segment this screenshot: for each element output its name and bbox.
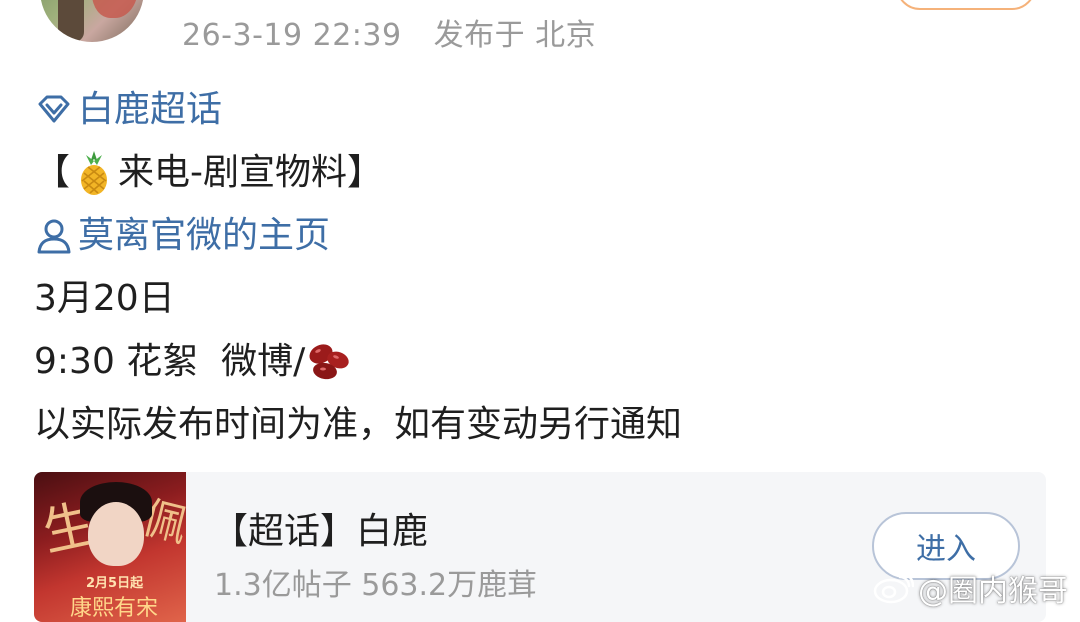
post-content: 白鹿超话 【 来电-剧宣物料】 莫离官微的主页 3月20日 9:30 花絮 微博… <box>34 78 1044 456</box>
date-text: 3月20日 <box>34 278 175 319</box>
post-location: 发布于 北京 <box>433 18 597 53</box>
poster-title-text: 康熙有宋 <box>70 596 159 621</box>
watermark-text: @圈内猴哥 <box>918 574 1068 609</box>
notice-text: 以实际发布时间为准，如有变动另行通知 <box>34 404 683 445</box>
title-bracket: 【 <box>34 152 71 193</box>
date-line: 3月20日 <box>34 267 1044 330</box>
poster-face-shape <box>88 502 144 566</box>
card-title: 【超话】白鹿 <box>212 511 429 552</box>
title-text: 来电-剧宣物料】 <box>118 152 384 193</box>
watermark: @圈内猴哥 <box>872 566 1068 610</box>
beans-emoji-icon <box>309 343 350 379</box>
weibo-eye-icon <box>873 572 914 604</box>
poster-date-text: 2月5日起 <box>86 576 144 591</box>
profile-link-label: 莫离官微的主页 <box>78 215 331 256</box>
avatar-tree-shape <box>58 0 84 42</box>
author-avatar[interactable] <box>40 0 144 42</box>
profile-link[interactable]: 莫离官微的主页 <box>34 204 1044 267</box>
notice-line: 以实际发布时间为准，如有变动另行通知 <box>34 393 1044 456</box>
supertopic-poster-image: 生 佩 2月5日起 康熙有宋 <box>34 472 192 622</box>
post-meta: 26-3-19 22:39 发布于 北京 <box>182 10 596 54</box>
card-stats: 1.3亿帖子 563.2万鹿茸 <box>214 568 538 603</box>
avatar-foliage-shape <box>92 0 138 18</box>
post-title-line: 【 来电-剧宣物料】 <box>34 141 1044 204</box>
schedule-text: 9:30 花絮 微博/ <box>34 341 306 382</box>
post-timestamp: 26-3-19 22:39 <box>182 18 402 53</box>
supertopic-link[interactable]: 白鹿超话 <box>34 78 1044 141</box>
supertopic-link-label: 白鹿超话 <box>78 89 223 130</box>
person-icon <box>37 219 71 253</box>
schedule-line: 9:30 花絮 微博/ <box>34 330 1044 393</box>
diamond-icon <box>38 95 70 122</box>
pineapple-emoji-icon <box>81 150 108 195</box>
follow-button[interactable] <box>896 0 1036 10</box>
